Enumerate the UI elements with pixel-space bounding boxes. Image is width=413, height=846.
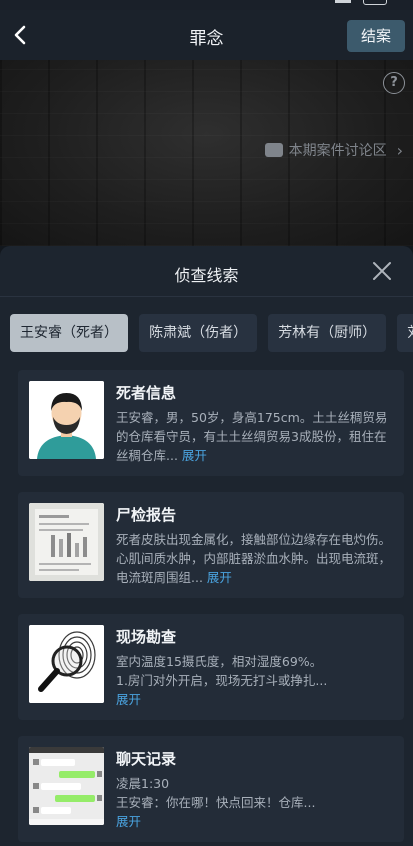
card-title: 死者信息 xyxy=(116,384,177,402)
tab-liu-xiu[interactable]: 刘修 xyxy=(397,314,413,352)
card-description: 凌晨1:30 王安睿：你在哪！快点回来！仓库... 展开 xyxy=(116,774,396,831)
tab-chen-subin[interactable]: 陈肃斌（伤者） xyxy=(139,314,258,352)
sheet-title: 侦查线索 xyxy=(174,266,239,285)
tab-wang-anrui[interactable]: 王安睿（死者） xyxy=(10,314,128,352)
chat-screenshot-icon xyxy=(29,747,104,825)
expand-link[interactable]: 展开 xyxy=(182,448,207,463)
fingerprint-magnifier-icon xyxy=(29,625,104,703)
tab-fang-linyou[interactable]: 芳林有（厨师） xyxy=(268,314,387,352)
suspect-tabs: 王安睿（死者） 陈肃斌（伤者） 芳林有（厨师） 刘修 xyxy=(10,314,413,352)
card-title: 聊天记录 xyxy=(116,750,177,768)
chevron-right-icon: › xyxy=(396,140,403,160)
battery-icon xyxy=(363,0,387,5)
divider xyxy=(0,296,413,297)
expand-link[interactable]: 展开 xyxy=(207,570,232,585)
card-description: 王安睿，男，50岁，身高175cm。土土丝稠贸易的仓库看守员，有土土丝绸贸易3成… xyxy=(116,410,388,463)
clues-sheet: 侦查线索 王安睿（死者） 陈肃斌（伤者） 芳林有（厨师） 刘修 死者信息 王安睿… xyxy=(0,246,413,846)
clue-card-autopsy[interactable]: 尸检报告 死者皮肤出现金属化，接触部位边缘存在电灼伤。心肌间质水肿，内部脏器淤血… xyxy=(18,492,404,598)
expand-link[interactable]: 展开 xyxy=(116,812,396,831)
avatar-icon xyxy=(29,381,104,459)
status-bar xyxy=(0,0,413,10)
close-case-button[interactable]: 结案 xyxy=(347,20,405,52)
chat-bubble-icon xyxy=(264,143,283,157)
clue-card-victim-info[interactable]: 死者信息 王安睿，男，50岁，身高175cm。土土丝稠贸易的仓库看守员，有土土丝… xyxy=(18,370,404,476)
discussion-link[interactable]: 本期案件讨论区 › xyxy=(264,140,403,160)
clue-card-scene-investigation[interactable]: 现场勘查 室内温度15摄氏度，相对湿度69%。 1.房门对外开启，现场无打斗或挣… xyxy=(18,614,404,720)
card-title: 现场勘查 xyxy=(116,628,177,646)
close-icon[interactable] xyxy=(371,260,393,282)
clue-card-chat-log[interactable]: 聊天记录 凌晨1:30 王安睿：你在哪！快点回来！仓库... 展开 xyxy=(18,736,404,842)
scene-background: ? 本期案件讨论区 › xyxy=(0,60,413,246)
signal-icon xyxy=(335,0,351,3)
top-nav: 罪念 结案 xyxy=(0,10,413,60)
help-icon[interactable]: ? xyxy=(383,72,405,94)
card-description: 死者皮肤出现金属化，接触部位边缘存在电灼伤。心肌间质水肿，内部脏器淤血水肿。出现… xyxy=(116,532,392,585)
document-icon xyxy=(29,503,104,581)
expand-link[interactable]: 展开 xyxy=(116,690,396,709)
discussion-label: 本期案件讨论区 xyxy=(288,143,387,159)
card-description: 室内温度15摄氏度，相对湿度69%。 1.房门对外开启，现场无打斗或挣扎... … xyxy=(116,652,396,709)
card-title: 尸检报告 xyxy=(116,506,177,524)
